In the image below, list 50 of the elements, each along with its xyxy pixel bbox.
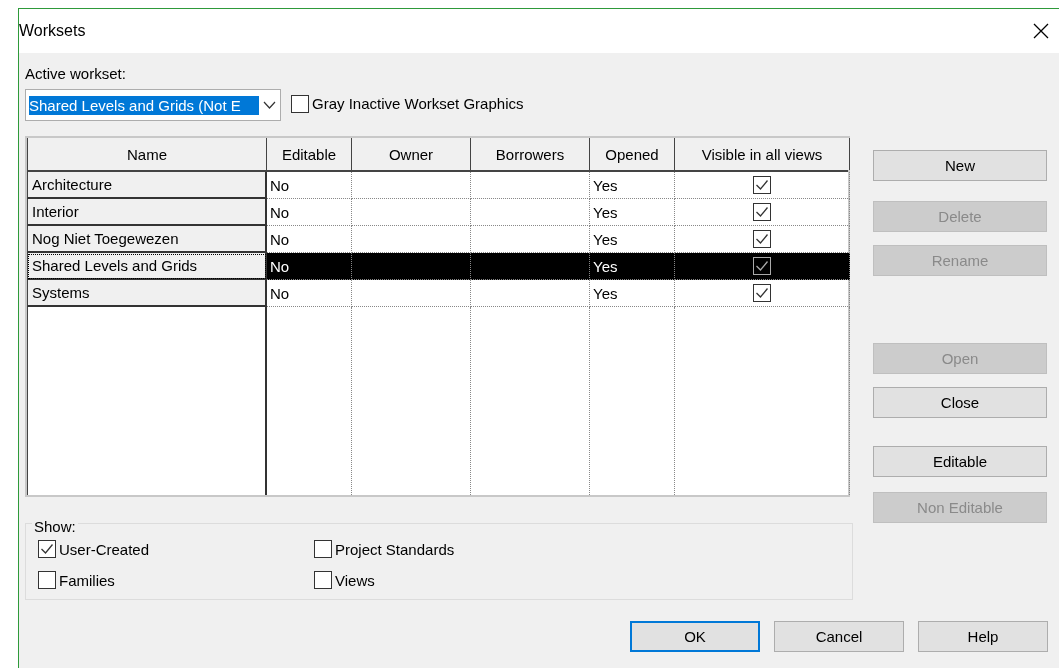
checkbox[interactable] [38,540,56,558]
column-header[interactable]: Owner [352,138,471,170]
checkbox-label: Views [335,571,375,589]
column-header[interactable]: Name [27,138,267,170]
checkbox[interactable] [314,540,332,558]
checkbox[interactable] [314,571,332,589]
column-header[interactable]: Editable [267,138,352,170]
window-title: Worksets [19,22,86,40]
table-row[interactable]: Interior No Yes [27,199,848,226]
column-header[interactable]: Opened [590,138,675,170]
table-row[interactable]: Shared Levels and Grids No Yes [27,253,848,280]
row-header[interactable]: Systems [27,280,267,307]
table-cell: No [267,172,352,199]
dialog-button[interactable]: Cancel [774,621,904,652]
checkbox-label: Project Standards [335,540,455,558]
column-header[interactable]: Borrowers [471,138,590,170]
table-cell: No [267,253,352,280]
chevron-icon [263,101,276,109]
dialog-button[interactable]: OK [630,621,760,652]
table-cell: Yes [590,172,675,199]
checkbox[interactable] [753,203,771,221]
checkbox[interactable] [291,94,309,113]
checkbox-label: Families [59,571,115,589]
table-cell: Yes [590,199,675,226]
table-row[interactable]: Systems No Yes [27,280,848,307]
checkbox[interactable] [753,257,771,275]
checkbox[interactable] [753,284,771,302]
row-header[interactable]: Interior [27,199,267,226]
field-label: Active workset: [25,65,127,82]
active-workset-dropdown[interactable]: Shared Levels and Grids (Not E [25,89,281,121]
group-label: Show: [32,518,78,535]
column-header[interactable]: Visible in all views [675,138,850,170]
side-button[interactable]: Editable [873,446,1047,477]
close-icon[interactable] [1033,23,1049,39]
table-cell: Yes [590,253,675,280]
side-button[interactable]: Close [873,387,1047,418]
table-row[interactable]: Architecture No Yes [27,172,848,199]
row-header[interactable]: Shared Levels and Grids [27,253,267,280]
row-header[interactable]: Architecture [27,172,267,199]
checkbox-label: Gray Inactive Workset Graphics [312,95,524,112]
side-button[interactable]: New [873,150,1047,181]
checkbox-label: User-Created [59,540,150,558]
dialog-button[interactable]: Help [918,621,1048,652]
checkbox[interactable] [753,230,771,248]
table-cell: No [267,280,352,307]
table-cell: No [267,199,352,226]
checkbox[interactable] [753,176,771,194]
checkbox[interactable] [38,571,56,589]
table-cell: Yes [590,280,675,307]
row-header[interactable]: Nog Niet Toegewezen [27,226,267,253]
